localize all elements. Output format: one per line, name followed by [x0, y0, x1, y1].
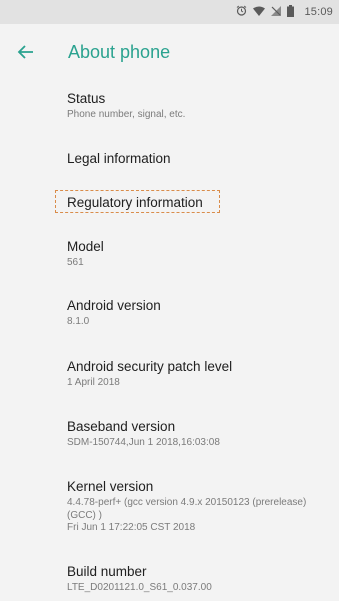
setting-summary: SDM-150744,Jun 1 2018,16:03:08: [67, 437, 220, 448]
setting-summary: 561: [67, 257, 84, 268]
setting-title: Kernel version: [67, 479, 154, 494]
setting-summary: LTE_D0201121.0_S61_0.037.00: [67, 582, 212, 593]
battery-icon: [287, 4, 295, 20]
setting-title: Android version: [67, 298, 161, 313]
no-signal-icon: [271, 5, 282, 19]
setting-summary: 1 April 2018: [67, 377, 120, 388]
setting-kernel-version[interactable]: Kernel version 4.4.78-perf+ (gcc version…: [0, 478, 339, 535]
setting-title: Baseband version: [67, 419, 176, 434]
setting-model[interactable]: Model 561: [0, 238, 339, 270]
setting-summary: 8.1.0: [67, 316, 90, 327]
wifi-icon: [253, 6, 266, 19]
setting-summary: 4.4.78-perf+ (gcc version 4.9.x 20150123…: [67, 497, 307, 533]
focus-highlight: [55, 190, 220, 213]
setting-security-patch-level[interactable]: Android security patch level 1 April 201…: [0, 358, 339, 390]
setting-status[interactable]: Status Phone number, signal, etc.: [0, 90, 339, 122]
setting-title: Android security patch level: [67, 359, 233, 374]
setting-title: Build number: [67, 564, 147, 579]
setting-summary: Phone number, signal, etc.: [67, 109, 186, 120]
setting-title: Legal information: [67, 151, 171, 166]
setting-title: Model: [67, 239, 104, 254]
setting-build-number[interactable]: Build number LTE_D0201121.0_S61_0.037.00: [0, 563, 339, 595]
status-icons: 15:09: [236, 4, 333, 20]
status-time: 15:09: [304, 6, 333, 18]
setting-android-version[interactable]: Android version 8.1.0: [0, 297, 339, 329]
app-bar: About phone: [0, 24, 339, 80]
setting-title: Status: [67, 91, 106, 106]
settings-list: Status Phone number, signal, etc. Legal …: [0, 80, 339, 601]
page-title: About phone: [68, 42, 171, 62]
setting-legal-information[interactable]: Legal information: [0, 150, 339, 168]
setting-baseband-version[interactable]: Baseband version SDM-150744,Jun 1 2018,1…: [0, 418, 339, 450]
alarm-icon: [236, 5, 247, 19]
status-bar: 15:09: [0, 0, 339, 24]
back-arrow-icon[interactable]: [14, 40, 38, 64]
